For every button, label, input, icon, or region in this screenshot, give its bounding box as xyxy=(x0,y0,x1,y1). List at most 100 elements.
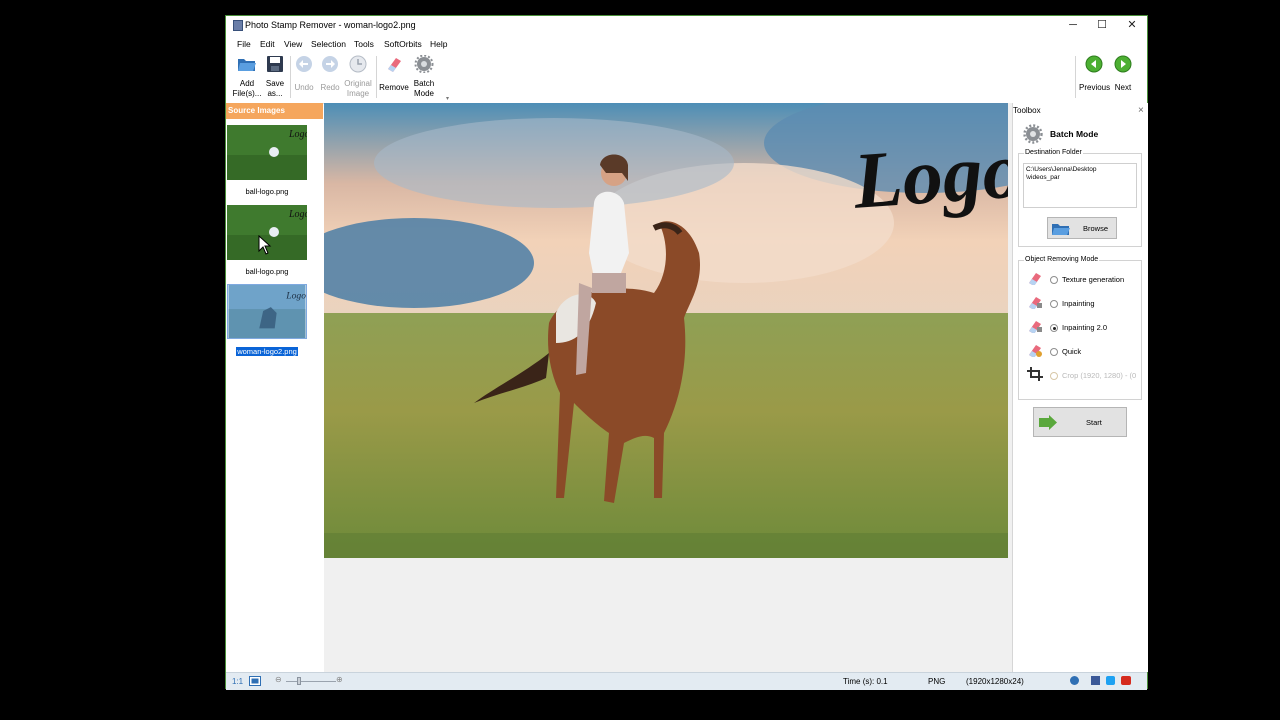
maximize-button[interactable]: ☐ xyxy=(1087,16,1117,36)
toolbar: Add File(s)... Save as... Undo Redo Orig… xyxy=(226,52,1147,104)
crop-label: Crop (1920, 1280) - (0 xyxy=(1062,371,1137,380)
photo-view[interactable]: Logo. xyxy=(324,103,1008,558)
batch-mode-label-1: Batch xyxy=(413,79,435,88)
app-window: Photo Stamp Remover - woman-logo2.png ─ … xyxy=(225,15,1148,690)
thumbnail-ball-logo-1[interactable]: Logo xyxy=(227,125,310,180)
add-files-label-2: File(s)... xyxy=(232,88,262,98)
remove-label: Remove xyxy=(379,83,409,92)
zoom-out-icon[interactable]: ⊖ xyxy=(275,675,282,684)
thumbnail-image: Logo xyxy=(227,125,310,180)
menu-view[interactable]: View xyxy=(284,39,302,49)
svg-text:Logo: Logo xyxy=(285,290,306,301)
previous-button[interactable]: Previous xyxy=(1079,55,1110,93)
toolbox-panel: Toolbox × Batch Mode Destination Folder … xyxy=(1012,103,1148,672)
toolbar-separator xyxy=(376,56,377,98)
start-label: Start xyxy=(1086,418,1102,427)
open-folder-icon xyxy=(238,59,256,71)
close-button[interactable]: ✕ xyxy=(1117,16,1147,36)
destination-folder-field[interactable]: C:\Users\Jenna\Desktop \videos_par xyxy=(1023,163,1137,208)
radio-inpainting-2[interactable] xyxy=(1050,324,1058,332)
thumbnail-woman-logo2[interactable]: Logo xyxy=(227,284,307,339)
menu-edit[interactable]: Edit xyxy=(260,39,275,49)
minimize-button[interactable]: ─ xyxy=(1058,16,1088,36)
browse-button[interactable]: Browse xyxy=(1047,217,1117,239)
gear-icon xyxy=(414,54,434,74)
add-files-button[interactable]: Add File(s)... xyxy=(232,55,262,98)
toolbar-separator xyxy=(1075,56,1076,98)
batch-mode-button[interactable]: Batch Mode xyxy=(409,54,439,98)
facebook-icon[interactable] xyxy=(1091,676,1100,685)
crop-icon xyxy=(1027,367,1043,381)
inpainting-2-label: Inpainting 2.0 xyxy=(1062,323,1108,332)
zoom-slider[interactable]: ⊖ ⊕ xyxy=(275,675,345,686)
zoom-slider-thumb[interactable] xyxy=(297,677,301,685)
photo-image: Logo. xyxy=(324,103,1008,558)
destination-path-line-1: C:\Users\Jenna\Desktop xyxy=(1026,166,1097,173)
status-format: PNG xyxy=(928,677,946,686)
thumbnail-label-selected: woman-logo2.png xyxy=(235,346,299,357)
thumbnail-image: Logo xyxy=(228,285,306,338)
browse-label: Browse xyxy=(1083,224,1109,233)
inpainting-label: Inpainting xyxy=(1062,299,1095,308)
remove-button[interactable]: Remove xyxy=(379,55,409,93)
batch-mode-title: Batch Mode xyxy=(1050,129,1099,139)
svg-text:Logo: Logo xyxy=(288,129,307,140)
add-files-label-1: Add xyxy=(239,79,255,88)
redo-button[interactable]: Redo xyxy=(315,55,345,93)
app-icon xyxy=(233,20,243,31)
object-removing-mode-label: Object Removing Mode xyxy=(1024,256,1100,263)
source-images-header: Source Images xyxy=(226,103,323,119)
save-as-button[interactable]: Save as... xyxy=(260,55,290,98)
toolbox-close-icon[interactable]: × xyxy=(1138,105,1144,116)
start-button[interactable]: Start xyxy=(1033,407,1127,437)
save-icon xyxy=(267,56,283,72)
zoom-in-icon[interactable]: ⊕ xyxy=(336,675,343,684)
original-image-label-1: Original xyxy=(344,79,372,88)
next-button[interactable]: Next xyxy=(1108,55,1138,93)
radio-inpainting[interactable] xyxy=(1050,300,1058,308)
menu-bar: File Edit View Selection Tools SoftOrbit… xyxy=(226,36,1147,52)
fit-screen-icon[interactable] xyxy=(249,676,261,686)
logo-watermark: Logo. xyxy=(850,125,1008,226)
mouse-cursor-icon xyxy=(258,235,272,255)
menu-help[interactable]: Help xyxy=(430,39,447,49)
menu-selection[interactable]: Selection xyxy=(311,39,346,49)
menu-tools[interactable]: Tools xyxy=(354,39,374,49)
texture-generation-label: Texture generation xyxy=(1062,275,1125,284)
twitter-icon[interactable] xyxy=(1106,676,1115,685)
clock-icon xyxy=(349,55,367,73)
original-image-button[interactable]: Original Image xyxy=(343,55,373,98)
status-time: Time (s): 0.1 xyxy=(843,677,888,686)
save-as-label-1: Save xyxy=(265,79,285,88)
eraser-icon xyxy=(1029,297,1042,309)
zoom-1-1-button[interactable]: 1:1 xyxy=(232,677,243,686)
arrow-right-icon xyxy=(1114,55,1132,73)
info-icon[interactable] xyxy=(1070,676,1079,685)
menu-softorbits[interactable]: SoftOrbits xyxy=(384,39,422,49)
toolbox-header: Toolbox xyxy=(1013,106,1041,115)
toolbar-overflow-icon[interactable]: ▾ xyxy=(446,95,449,102)
open-folder-icon xyxy=(1052,224,1070,235)
undo-icon xyxy=(296,56,312,72)
destination-folder-group: Destination Folder C:\Users\Jenna\Deskto… xyxy=(1018,149,1142,247)
status-bar: 1:1 ⊖ ⊕ Time (s): 0.1 PNG (1920x1280x24) xyxy=(226,672,1147,690)
destination-folder-label: Destination Folder xyxy=(1024,149,1083,156)
save-as-label-2: as... xyxy=(267,88,283,98)
youtube-icon[interactable] xyxy=(1121,676,1131,685)
radio-texture-generation[interactable] xyxy=(1050,276,1058,284)
destination-path-line-2: \videos_par xyxy=(1026,174,1060,181)
radio-quick[interactable] xyxy=(1050,348,1058,356)
gear-icon xyxy=(1023,124,1043,144)
menu-file[interactable]: File xyxy=(237,39,251,49)
eraser-icon xyxy=(1029,273,1041,285)
thumbnail-label: ball-logo.png xyxy=(245,187,289,196)
arrow-left-icon xyxy=(1085,55,1103,73)
thumbnail-label: ball-logo.png xyxy=(245,267,289,276)
image-canvas[interactable]: Logo. xyxy=(324,103,1012,672)
original-image-label-2: Image xyxy=(346,88,370,98)
next-label: Next xyxy=(1114,83,1132,92)
source-images-panel: Source Images Logo ball-logo.png Logo ba… xyxy=(226,103,323,672)
redo-icon xyxy=(322,56,338,72)
radio-crop[interactable] xyxy=(1050,372,1058,380)
eraser-icon xyxy=(388,58,401,72)
